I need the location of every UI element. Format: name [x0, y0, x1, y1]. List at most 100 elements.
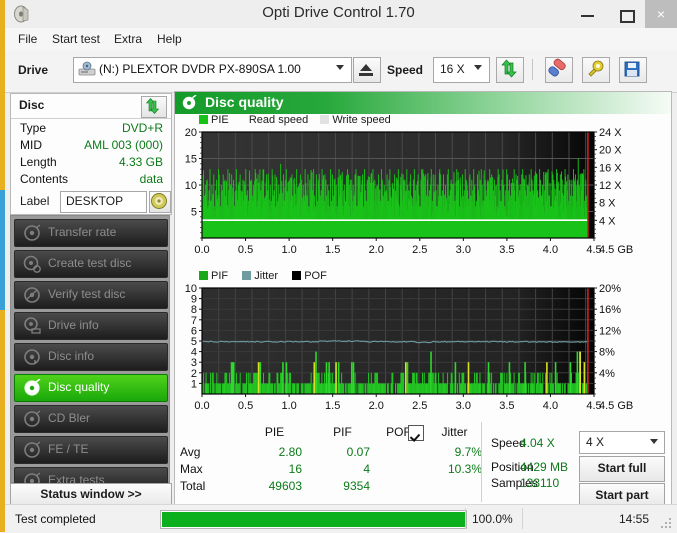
menu-item-help[interactable]: Help — [152, 31, 187, 47]
disc-quality-icon — [181, 94, 197, 111]
stats-total-pie: 49603 — [268, 479, 302, 493]
sidebar-item-transfer-rate[interactable]: Transfer rate — [14, 219, 168, 247]
title-bar: Opti Drive Control 1.70 × — [0, 0, 677, 28]
floppy-save-icon — [624, 61, 640, 77]
disc-row-value: data — [139, 172, 163, 186]
status-window-label: Status window >> — [40, 487, 142, 501]
speed-label: Speed — [387, 63, 424, 77]
minimize-button[interactable] — [569, 0, 607, 28]
chevron-down-icon — [474, 65, 482, 70]
svg-text:2: 2 — [191, 368, 197, 380]
chevron-down-icon — [336, 65, 344, 70]
disc-row-length: Length 4.33 GB — [11, 155, 171, 172]
sidebar-item-disc-quality[interactable]: Disc quality — [14, 374, 168, 402]
stats-col-header-jitter: Jitter — [441, 425, 468, 439]
close-button[interactable]: × — [645, 0, 677, 28]
start-full-label: Start full — [597, 461, 647, 475]
disc-row-value: DVD+R — [121, 121, 163, 135]
svg-text:4 X: 4 X — [599, 215, 616, 227]
pif-chart[interactable]: PIF Jitter POF 1 2 3 4 5 6 7 8 9 10 4% 8% 12% 16% 20% 0… — [175, 270, 671, 422]
status-window-button[interactable]: Status window >> — [10, 483, 172, 506]
sidebar-item-create-test-disc[interactable]: Create test disc — [14, 250, 168, 278]
progress-bar — [160, 510, 467, 529]
svg-text:2.5: 2.5 — [412, 244, 427, 254]
start-full-button[interactable]: Start full — [579, 456, 665, 482]
speed-select[interactable]: 16 X — [433, 57, 490, 83]
refresh-arrows-icon — [501, 59, 517, 78]
svg-text:2.0: 2.0 — [369, 244, 384, 254]
chevron-down-icon — [650, 439, 658, 444]
sidebar-item-label: Verify test disc — [48, 287, 126, 301]
disc-row-key: Contents — [20, 172, 69, 186]
sidebar-item-disc-info[interactable]: Disc info — [14, 343, 168, 371]
drive-icon — [78, 61, 96, 77]
progress-bar-fill — [162, 512, 465, 527]
save-button[interactable] — [619, 57, 647, 83]
disc-panel-title: Disc — [19, 98, 45, 112]
disc-row-mid: MID AML 003 (000) — [11, 138, 171, 155]
svg-text:0.0: 0.0 — [194, 400, 209, 412]
svg-text:4%: 4% — [599, 368, 615, 380]
status-message: Test completed — [15, 512, 96, 526]
maximize-button[interactable] — [607, 0, 645, 28]
disc-refresh-button[interactable] — [141, 96, 167, 118]
svg-text:0.5: 0.5 — [238, 400, 253, 412]
svg-text:3: 3 — [191, 357, 197, 369]
disc-verify-icon — [23, 286, 41, 304]
menu-item-start-test[interactable]: Start test — [47, 31, 105, 47]
svg-text:12%: 12% — [599, 325, 621, 337]
svg-text:5: 5 — [191, 336, 197, 348]
stats-divider-vertical — [481, 422, 482, 502]
disc-row-key: Length — [20, 155, 57, 169]
svg-text:20 X: 20 X — [599, 145, 622, 157]
erase-button[interactable] — [545, 57, 573, 83]
disc-row-value: AML 003 (000) — [84, 138, 163, 152]
eject-button[interactable] — [353, 57, 381, 83]
jitter-checkbox[interactable] — [408, 425, 424, 441]
svg-text:12 X: 12 X — [599, 180, 622, 192]
refresh-arrows-icon — [145, 98, 160, 114]
svg-text:1.5: 1.5 — [325, 244, 340, 254]
svg-text:0.5: 0.5 — [238, 244, 253, 254]
pie-chart[interactable]: PIE Read speed Write speed 5 10 15 20 4 X8 X… — [175, 114, 671, 254]
test-speed-select[interactable]: 4 X — [579, 431, 665, 454]
sidebar-item-label: Disc quality — [48, 380, 110, 394]
refresh-button[interactable] — [496, 57, 524, 83]
resize-grip[interactable] — [661, 518, 671, 528]
stats-max-pif: 4 — [363, 462, 370, 476]
svg-text:2.5: 2.5 — [412, 400, 427, 412]
stats-avg-pie: 2.80 — [278, 445, 302, 459]
disc-label-input[interactable]: DESKTOP — [60, 191, 147, 213]
svg-text:10: 10 — [185, 180, 197, 192]
progress-percent: 100.0% — [472, 512, 513, 526]
svg-text:8%: 8% — [599, 347, 615, 359]
tools-button[interactable] — [582, 57, 610, 83]
svg-text:4.0: 4.0 — [543, 244, 558, 254]
menu-bar: File Start test Extra Help — [5, 28, 677, 51]
disc-panel-header: Disc — [11, 94, 171, 119]
svg-text:4: 4 — [191, 347, 197, 359]
main-panel-header: Disc quality — [175, 92, 671, 114]
drive-select[interactable]: (N:) PLEXTOR DVDR PX-890SA 1.00 — [73, 57, 352, 83]
sidebar-item-verify-test-disc[interactable]: Verify test disc — [14, 281, 168, 309]
disc-quality-icon — [23, 378, 41, 397]
svg-text:0.0: 0.0 — [194, 244, 209, 254]
svg-text:16 X: 16 X — [599, 162, 622, 174]
disc-label-button[interactable] — [149, 191, 171, 213]
menu-item-extra[interactable]: Extra — [109, 31, 147, 47]
sidebar-item-fe-te[interactable]: FE / TE — [14, 436, 168, 464]
svg-text:6: 6 — [191, 325, 197, 337]
app-window: Opti Drive Control 1.70 × File Start tes… — [0, 0, 677, 533]
svg-text:7: 7 — [191, 315, 197, 327]
toolbar-divider — [532, 59, 533, 80]
sidebar-item-drive-info[interactable]: Drive info — [14, 312, 168, 340]
svg-text:5: 5 — [191, 207, 197, 219]
menu-item-file[interactable]: File — [13, 31, 42, 47]
drive-value: (N:) PLEXTOR DVDR PX-890SA 1.00 — [99, 62, 301, 76]
svg-text:24 X: 24 X — [599, 127, 622, 139]
sidebar-item-cd-bler[interactable]: CD Bler — [14, 405, 168, 433]
stats-max-pie: 16 — [288, 462, 302, 476]
sidebar-item-label: Disc info — [48, 349, 95, 363]
svg-text:8: 8 — [191, 304, 197, 316]
disc-row-contents: Contents data — [11, 172, 171, 189]
